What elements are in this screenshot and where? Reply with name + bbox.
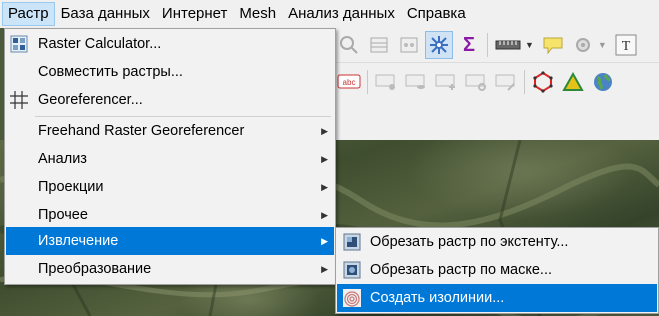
menu-item-freehand-georeferencer[interactable]: Freehand Raster Georeferencer ▶ [6,117,334,145]
topology-checker-icon[interactable] [560,69,586,95]
menu-help[interactable]: Справка [402,3,471,25]
svg-text:T: T [622,39,631,54]
field-calculator-icon[interactable] [396,32,422,58]
menu-item-miscellaneous[interactable]: Прочее ▶ [6,201,334,229]
menu-item-label: Анализ [38,151,87,167]
submenu-item-contour[interactable]: Создать изолинии... [337,284,657,312]
toolbar-attributes: Σ ▼ ▼ T [334,28,659,63]
extraction-submenu: Обрезать растр по экстенту... Обрезать р… [335,227,659,314]
show-label-icon[interactable] [403,69,429,95]
toolbar-empty [334,101,659,140]
menu-web[interactable]: Интернет [157,3,232,25]
georeferencer-grid-icon [10,91,28,109]
menu-analysis[interactable]: Анализ данных [283,3,400,25]
menu-item-extraction[interactable]: Извлечение ▶ [6,227,334,255]
measure-icon[interactable] [493,32,523,58]
text-annotation-icon[interactable]: T [613,32,639,58]
move-label-icon[interactable] [433,69,459,95]
change-label-icon[interactable] [493,69,519,95]
menu-raster[interactable]: Растр [2,2,55,26]
submenu-item-label: Создать изолинии... [370,290,505,306]
attribute-table-icon[interactable] [366,32,392,58]
chevron-right-icon: ▶ [321,235,328,246]
chevron-right-icon: ▶ [321,181,328,192]
menu-item-georeferencer[interactable]: Georeferencer... [6,86,334,114]
menubar: Растр База данных Интернет Mesh Анализ д… [0,0,659,28]
menu-item-label: Freehand Raster Georeferencer [38,123,245,139]
chevron-right-icon: ▶ [321,209,328,220]
submenu-item-label: Обрезать растр по экстенту... [370,234,569,250]
label-icon[interactable]: abc [336,69,362,95]
chevron-right-icon: ▶ [321,153,328,164]
menu-item-label: Georeferencer... [38,92,143,108]
toolbar-separator [487,33,488,57]
chevron-right-icon: ▶ [321,125,328,136]
submenu-item-clip-by-mask[interactable]: Обрезать растр по маске... [337,256,657,284]
menu-mesh[interactable]: Mesh [234,3,281,25]
menu-item-label: Raster Calculator... [38,36,162,52]
menu-item-label: Преобразование [38,261,152,277]
menu-item-label: Совместить растры... [38,64,183,80]
statistics-sigma-icon[interactable]: Σ [456,32,482,58]
menu-item-raster-calculator[interactable]: Raster Calculator... [6,30,334,58]
identify-icon[interactable] [336,32,362,58]
contour-icon [343,289,361,307]
chevron-down-icon[interactable]: ▼ [598,40,607,50]
menu-item-label: Проекции [38,179,104,195]
clip-raster-icon [343,233,361,251]
menu-item-projections[interactable]: Проекции ▶ [6,173,334,201]
menu-database[interactable]: База данных [56,3,155,25]
submenu-item-clip-by-extent[interactable]: Обрезать растр по экстенту... [337,228,657,256]
toolbar-labels: abc [334,63,659,101]
menu-item-analysis[interactable]: Анализ ▶ [6,145,334,173]
processing-toolbox-icon[interactable] [425,31,453,59]
raster-calculator-icon [10,35,28,53]
globe-icon[interactable] [590,69,616,95]
pin-label-icon[interactable] [373,69,399,95]
digitize-shape-icon[interactable] [530,69,556,95]
zoom-options-icon[interactable] [570,32,596,58]
submenu-item-label: Обрезать растр по маске... [370,262,553,278]
rotate-label-icon[interactable] [463,69,489,95]
toolbar-separator [367,70,368,94]
menu-item-conversion[interactable]: Преобразование ▶ [6,255,334,283]
menu-item-label: Извлечение [38,233,119,249]
chevron-right-icon: ▶ [321,263,328,274]
clip-raster-mask-icon [343,261,361,279]
raster-menu: Raster Calculator... Совместить растры..… [4,28,336,285]
chevron-down-icon[interactable]: ▼ [525,40,534,50]
menu-item-align-rasters[interactable]: Совместить растры... [6,58,334,86]
svg-text:abc: abc [343,78,356,87]
map-tips-icon[interactable] [540,32,566,58]
toolbar-separator [524,70,525,94]
menu-item-label: Прочее [38,207,88,223]
